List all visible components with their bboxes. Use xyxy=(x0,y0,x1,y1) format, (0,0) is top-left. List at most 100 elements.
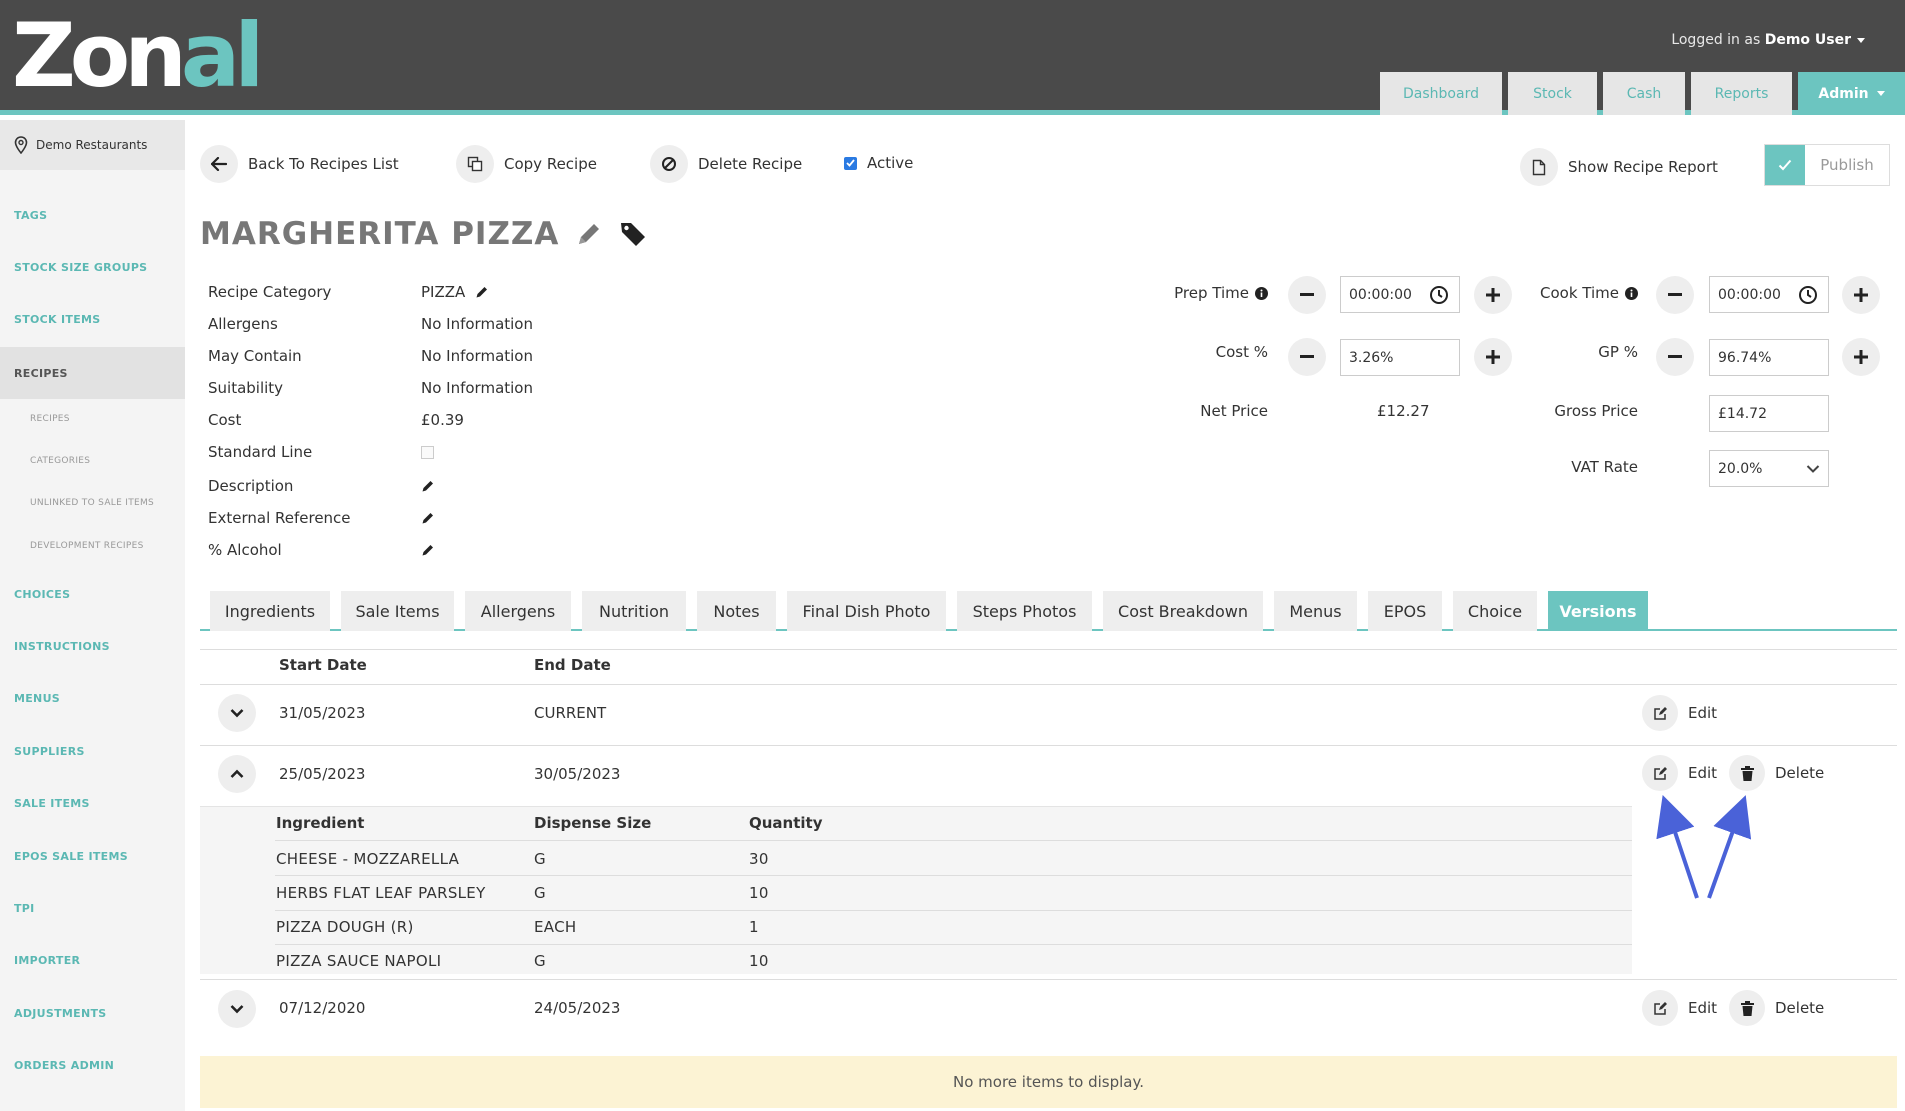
show-recipe-report-button[interactable]: Show Recipe Report xyxy=(1520,148,1718,186)
zonal-logo[interactable]: Zon al xyxy=(12,12,264,100)
expand-row-button[interactable] xyxy=(218,990,256,1028)
tab-final-dish-photo[interactable]: Final Dish Photo xyxy=(787,591,946,631)
prep-time-input[interactable]: 00:00:00 xyxy=(1340,276,1460,313)
sidebar-item-suppliers[interactable]: SUPPLIERS xyxy=(0,745,185,758)
expand-row-button[interactable] xyxy=(218,694,256,732)
pencil-icon[interactable] xyxy=(421,479,435,493)
collapse-row-button[interactable] xyxy=(218,755,256,793)
tab-menus[interactable]: Menus xyxy=(1274,591,1357,631)
sidebar-sub-categories[interactable]: CATEGORIES xyxy=(0,456,185,466)
sidebar-item-epos-sale-items[interactable]: EPOS SALE ITEMS xyxy=(0,850,185,863)
chevron-up-icon xyxy=(230,769,244,778)
sidebar-item-sale-items[interactable]: SALE ITEMS xyxy=(0,797,185,810)
sidebar-item-menus[interactable]: MENUS xyxy=(0,692,185,705)
prep-time-decrease-button[interactable] xyxy=(1288,276,1326,314)
gross-price-label: Gross Price xyxy=(1554,402,1638,420)
tab-versions[interactable]: Versions xyxy=(1548,591,1648,631)
external-ref-edit[interactable] xyxy=(421,511,435,525)
delete-version-button[interactable]: Delete xyxy=(1729,990,1824,1026)
tab-choice[interactable]: Choice xyxy=(1453,591,1537,631)
minus-icon xyxy=(1300,355,1314,358)
copy-recipe-button[interactable]: Copy Recipe xyxy=(456,145,597,183)
cook-time-decrease-button[interactable] xyxy=(1656,276,1694,314)
cook-time-label: Cook Time xyxy=(1490,284,1638,302)
nav-admin[interactable]: Admin xyxy=(1798,72,1905,115)
ingredient-dispense: EACH xyxy=(534,918,577,936)
sidebar-item-instructions[interactable]: INSTRUCTIONS xyxy=(0,640,185,653)
sidebar-item-adjustments[interactable]: ADJUSTMENTS xyxy=(0,1007,185,1020)
detail-label-external-ref: External Reference xyxy=(208,509,351,527)
sidebar-item-stock-items[interactable]: STOCK ITEMS xyxy=(0,313,185,326)
user-menu[interactable]: Logged in as Demo User xyxy=(1671,32,1865,48)
checkbox-empty-icon[interactable] xyxy=(421,446,434,459)
cost-pct-decrease-button[interactable] xyxy=(1288,338,1326,376)
publish-button[interactable]: Publish xyxy=(1764,144,1890,186)
sidebar-item-choices[interactable]: CHOICES xyxy=(0,588,185,601)
tab-ingredients[interactable]: Ingredients xyxy=(210,591,330,631)
sidebar-sub-recipes[interactable]: RECIPES xyxy=(0,414,185,424)
alcohol-edit[interactable] xyxy=(421,543,435,557)
detail-label-standard-line: Standard Line xyxy=(208,443,313,461)
vat-rate-select[interactable]: 20.0% xyxy=(1709,450,1829,487)
sidebar-item-tags[interactable]: TAGS xyxy=(0,209,185,222)
gp-pct-increase-button[interactable] xyxy=(1842,338,1880,376)
tab-nutrition[interactable]: Nutrition xyxy=(582,591,686,631)
tab-sale-items[interactable]: Sale Items xyxy=(341,591,454,631)
chevron-down-icon xyxy=(1806,465,1820,473)
gp-pct-decrease-button[interactable] xyxy=(1656,338,1694,376)
location-selector[interactable]: Demo Restaurants xyxy=(0,120,185,170)
detail-label-category: Recipe Category xyxy=(208,283,332,301)
delete-version-button[interactable]: Delete xyxy=(1729,755,1824,791)
nav-stock[interactable]: Stock xyxy=(1508,72,1597,115)
back-to-list-button[interactable]: Back To Recipes List xyxy=(200,145,399,183)
caret-down-icon xyxy=(1857,37,1865,43)
sidebar-sub-unlinked[interactable]: UNLINKED TO SALE ITEMS xyxy=(0,498,185,508)
sidebar-sub-development[interactable]: DEVELOPMENT RECIPES xyxy=(0,541,185,551)
pencil-icon[interactable] xyxy=(421,543,435,557)
edit-version-button[interactable]: Edit xyxy=(1642,755,1717,791)
ingredient-dispense: G xyxy=(534,952,546,970)
chevron-down-icon xyxy=(230,709,244,718)
tab-epos[interactable]: EPOS xyxy=(1368,591,1442,631)
sidebar-item-recipes[interactable]: RECIPES xyxy=(0,347,185,399)
delete-recipe-button[interactable]: Delete Recipe xyxy=(650,145,802,183)
tab-steps-photos[interactable]: Steps Photos xyxy=(957,591,1092,631)
pencil-icon[interactable] xyxy=(575,220,603,248)
tab-notes[interactable]: Notes xyxy=(697,591,776,631)
checkbox-checked-icon[interactable] xyxy=(844,156,857,170)
active-toggle[interactable]: Active xyxy=(844,154,913,172)
pencil-icon[interactable] xyxy=(475,285,489,299)
gp-pct-label: GP % xyxy=(1598,343,1638,361)
sidebar-item-stock-size-groups[interactable]: STOCK SIZE GROUPS xyxy=(0,261,185,274)
cost-pct-input[interactable]: 3.26% xyxy=(1340,339,1460,376)
description-edit[interactable] xyxy=(421,479,435,493)
ingredient-quantity: 1 xyxy=(749,918,759,936)
ban-icon xyxy=(650,145,688,183)
trash-icon xyxy=(1729,990,1765,1026)
sidebar-item-importer[interactable]: IMPORTER xyxy=(0,954,185,967)
detail-label-may-contain: May Contain xyxy=(208,347,302,365)
cook-time-input[interactable]: 00:00:00 xyxy=(1709,276,1829,313)
gross-price-input[interactable]: £14.72 xyxy=(1709,395,1829,432)
net-price-value: £12.27 xyxy=(1377,402,1430,420)
info-icon[interactable] xyxy=(1255,286,1268,300)
nav-dashboard[interactable]: Dashboard xyxy=(1380,72,1502,115)
cook-time-increase-button[interactable] xyxy=(1842,276,1880,314)
gp-pct-input[interactable]: 96.74% xyxy=(1709,339,1829,376)
edit-version-button[interactable]: Edit xyxy=(1642,695,1717,731)
edit-version-button[interactable]: Edit xyxy=(1642,990,1717,1026)
pencil-icon[interactable] xyxy=(421,511,435,525)
sidebar-item-orders-admin[interactable]: ORDERS ADMIN xyxy=(0,1059,185,1072)
sidebar-item-tpi[interactable]: TPI xyxy=(0,902,185,915)
info-icon[interactable] xyxy=(1625,286,1638,300)
nav-reports[interactable]: Reports xyxy=(1691,72,1792,115)
nav-cash[interactable]: Cash xyxy=(1603,72,1685,115)
tag-icon[interactable] xyxy=(619,220,647,248)
standard-line-checkbox[interactable] xyxy=(421,446,434,459)
edit-icon xyxy=(1642,755,1678,791)
tab-allergens[interactable]: Allergens xyxy=(465,591,571,631)
version-end-date: 30/05/2023 xyxy=(534,765,621,783)
ingredient-name: CHEESE - MOZZARELLA xyxy=(276,850,460,868)
tab-cost-breakdown[interactable]: Cost Breakdown xyxy=(1103,591,1263,631)
location-pin-icon xyxy=(14,136,28,154)
